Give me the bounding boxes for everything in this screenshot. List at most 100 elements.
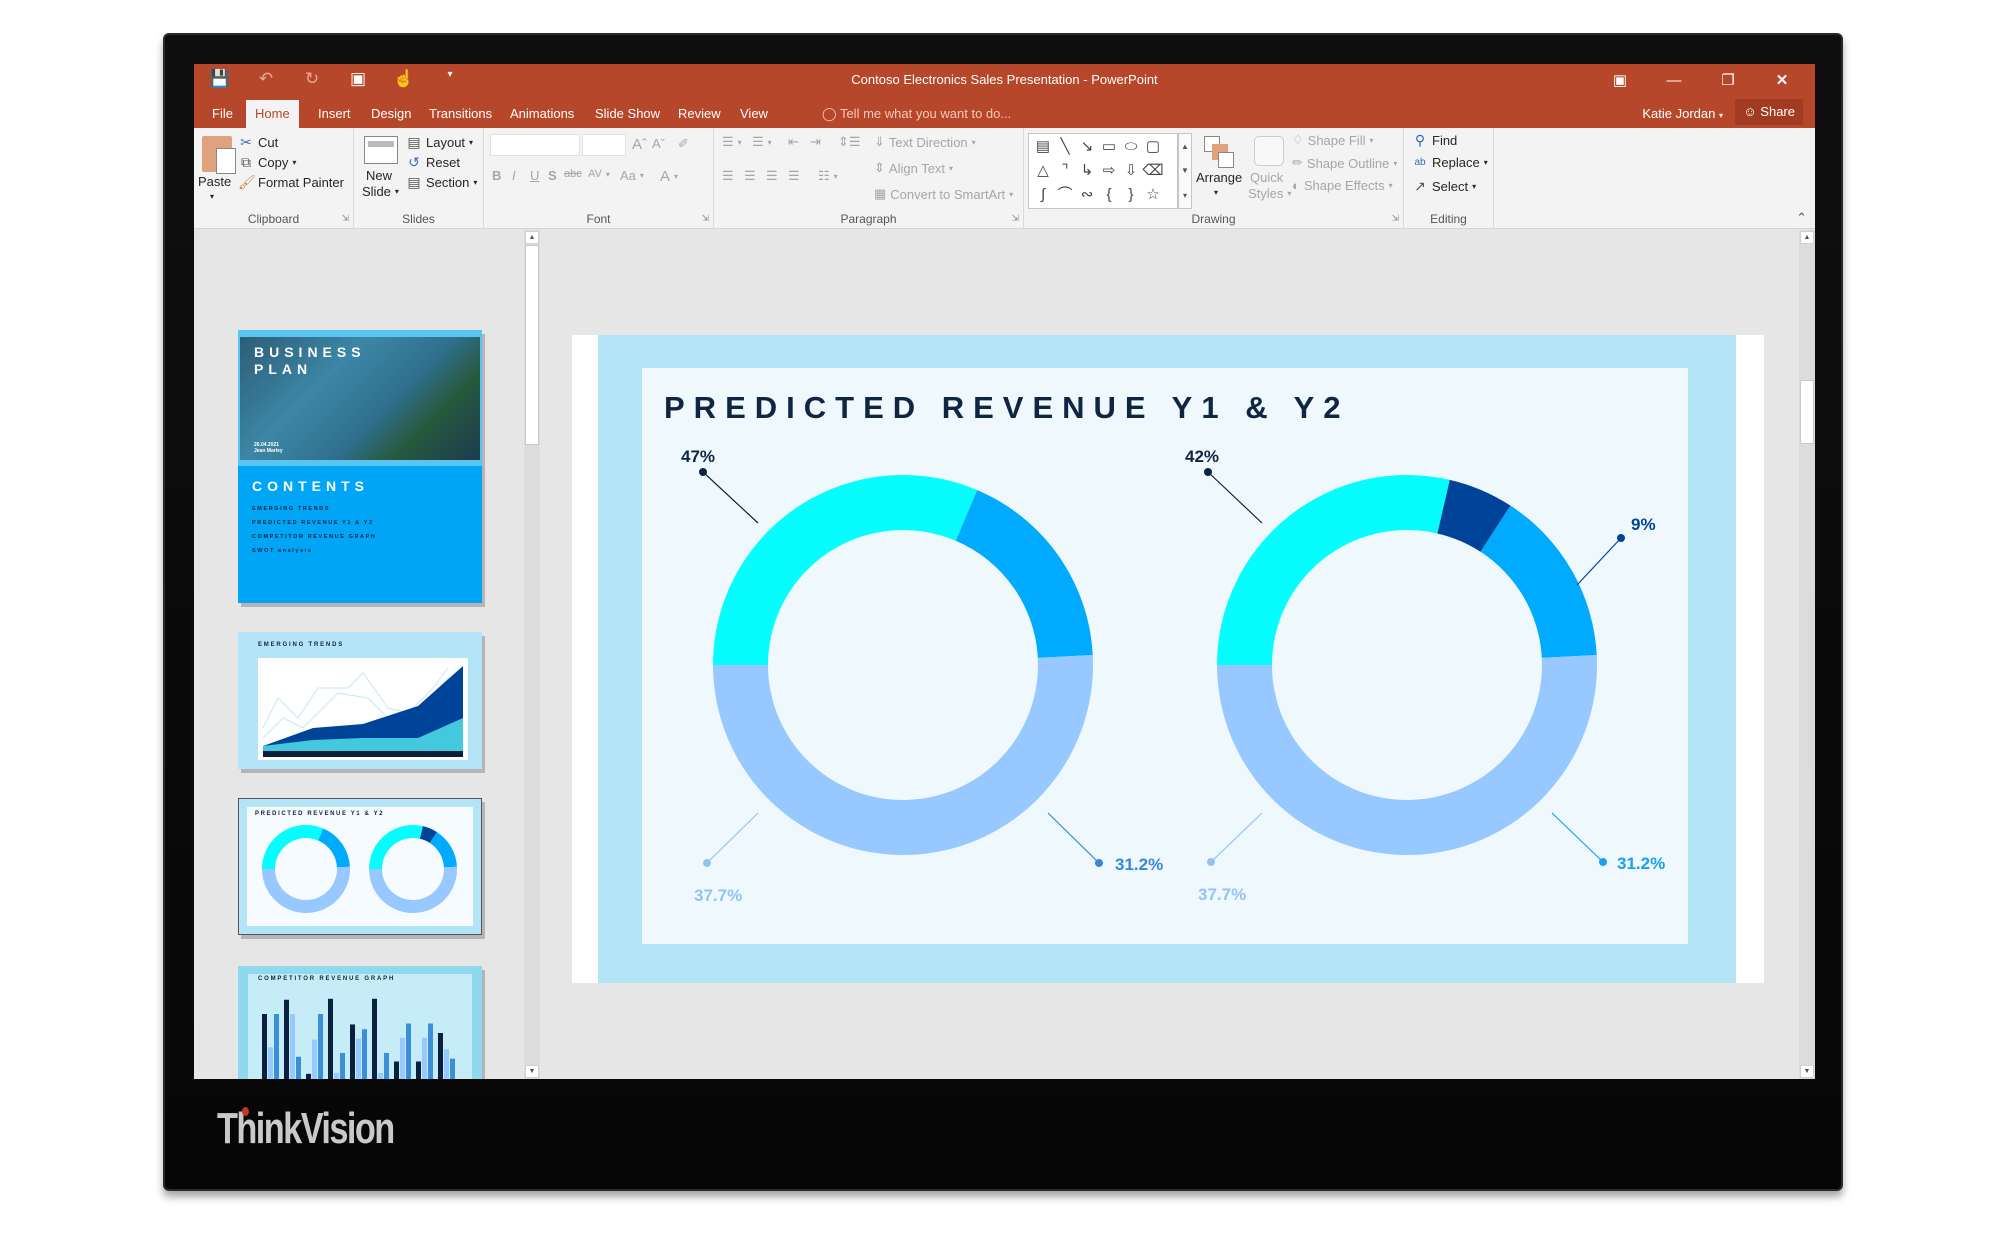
convert-smartart-button[interactable]: ▦ Convert to SmartArt ▾ [874,186,1013,202]
tell-me-search[interactable]: ◯ Tell me what you want to do... [822,100,1011,128]
collapse-ribbon-icon[interactable]: ⌃ [1796,210,1807,226]
arrow-line-shape-icon[interactable]: ↘ [1076,135,1098,159]
font-size-combobox[interactable] [582,134,626,156]
tab-transitions[interactable]: Transitions [420,100,501,128]
user-account[interactable]: Katie Jordan ▾ [1642,100,1723,130]
dialog-launcher-icon[interactable]: ⇲ [341,213,349,224]
slide-thumbnail-4[interactable]: PREDICTED REVENUE Y1 & Y2 [238,798,482,935]
arrange-button[interactable]: Arrange ▾ [1194,128,1244,208]
align-text-button[interactable]: ⇕ Align Text ▾ [874,160,953,176]
decrease-font-size-button[interactable]: Aˇ [652,136,665,151]
strikethrough-button[interactable]: abc [564,168,582,180]
replace-button[interactable]: ab Replace ▾ [1412,155,1487,170]
triangle-shape-icon[interactable]: △ [1032,159,1054,183]
text-direction-button[interactable]: ⇓ Text Direction ▾ [874,134,976,150]
shapes-gallery-scroll[interactable]: ▲ ▼ ▾ [1178,133,1192,209]
cut-button[interactable]: ✂ Cut [238,134,278,151]
dialog-launcher-icon[interactable]: ⇲ [1011,213,1019,224]
reset-button[interactable]: ↺ Reset [406,154,460,171]
shapes-gallery[interactable]: ▤ ╲ ↘ ▭ ⬭ ▢ △ ⌝ ↳ ⇨ ⇩ ⌫ ∫ ⌒ ∾ { } ☆ [1028,133,1178,209]
increase-font-size-button[interactable]: Aˆ [632,136,647,153]
arc-shape-icon[interactable]: ⌒ [1054,183,1076,207]
tab-review[interactable]: Review [669,100,730,128]
textbox-shape-icon[interactable]: ▤ [1032,135,1054,159]
share-button[interactable]: ☺ Share [1735,99,1803,125]
rectangle-shape-icon[interactable]: ▭ [1098,135,1120,159]
elbow-arrow-connector-icon[interactable]: ↳ [1076,159,1098,183]
bold-button[interactable]: B [492,168,501,183]
align-right-icon[interactable]: ☰ [766,168,778,184]
font-color-button[interactable]: A ▾ [660,168,678,185]
tab-design[interactable]: Design [362,100,420,128]
copy-button[interactable]: ⧉ Copy ▾ [238,154,296,171]
scroll-down-arrow[interactable]: ▼ [525,1065,539,1078]
group-drawing: ▤ ╲ ↘ ▭ ⬭ ▢ △ ⌝ ↳ ⇨ ⇩ ⌫ ∫ ⌒ ∾ { } ☆ ▲ ▼ ▾ [1024,128,1404,229]
dialog-launcher-icon[interactable]: ⇲ [701,213,709,224]
columns-button[interactable]: ☷ ▾ [818,168,838,184]
numbering-button[interactable]: ☰ ▾ [752,134,772,150]
elbow-connector-icon[interactable]: ⌝ [1054,159,1076,183]
star-shape-icon[interactable]: ☆ [1142,183,1164,207]
tab-insert[interactable]: Insert [309,100,360,128]
search-icon: ⚲ [1414,132,1426,148]
character-spacing-button[interactable]: AV ▾ [588,168,610,180]
tab-slide-show[interactable]: Slide Show [586,100,669,128]
tab-home[interactable]: Home [246,100,299,128]
bullets-button[interactable]: ☰ ▾ [722,134,742,150]
italic-button[interactable]: I [512,168,516,183]
mini-bar-9-1 [438,1033,443,1079]
slide-thumbnail-3[interactable]: EMERGING TRENDS [238,632,482,769]
line-spacing-icon[interactable]: ⇕☰ [838,134,861,150]
decrease-indent-icon[interactable]: ⇤ [788,134,799,150]
left-brace-shape-icon[interactable]: { [1098,183,1120,207]
find-button[interactable]: ⚲ Find [1412,132,1457,149]
right-arrow-shape-icon[interactable]: ⇨ [1098,159,1120,183]
close-button[interactable]: ✕ [1755,66,1809,94]
dialog-launcher-icon[interactable]: ⇲ [1391,213,1399,224]
align-center-icon[interactable]: ☰ [744,168,756,184]
oval-shape-icon[interactable]: ⬭ [1120,135,1142,159]
line-shape-icon[interactable]: ╲ [1054,135,1076,159]
slide-thumbnail-1[interactable]: BUSINESS PLAN 26.04.2021 Jean Marley [238,330,482,467]
slide-thumbnail-5[interactable]: COMPETITOR REVENUE GRAPH [238,966,482,1079]
tab-animations[interactable]: Animations [501,100,583,128]
scrollbar-thumb[interactable] [525,245,539,445]
right-brace-shape-icon[interactable]: } [1120,183,1142,207]
scroll-up-arrow[interactable]: ▲ [525,231,539,244]
scroll-up-arrow[interactable]: ▲ [1800,231,1814,244]
quick-styles-button[interactable]: Quick Styles ▾ [1246,128,1291,208]
curve-shape-icon[interactable]: ∾ [1076,183,1098,207]
text-shadow-button[interactable]: S [548,168,557,183]
pencil-icon: ✏ [1292,155,1303,170]
slide-thumbnail-2[interactable]: CONTENTS EMERGING TRENDS PREDICTED REVEN… [238,466,482,603]
clear-formatting-icon[interactable]: ✐ [678,136,689,152]
cursor-icon: ↗ [1414,178,1426,194]
format-painter-button[interactable]: 🖌 Format Painter [238,174,344,191]
scribble-shape-icon[interactable]: ∫ [1032,183,1054,207]
shape-outline-button[interactable]: ✏ Shape Outline ▾ [1292,155,1397,171]
restore-button[interactable]: ❐ [1701,66,1755,94]
freeform-shape-icon[interactable]: ⌫ [1142,159,1164,183]
section-button[interactable]: ▤ Section ▾ [406,174,477,191]
increase-indent-icon[interactable]: ⇥ [810,134,821,150]
font-name-combobox[interactable] [490,134,580,156]
justify-icon[interactable]: ☰ [788,168,800,184]
scroll-down-arrow[interactable]: ▼ [1800,1065,1814,1078]
shape-effects-button[interactable]: ◐ Shape Effects ▾ [1292,178,1393,193]
tab-view[interactable]: View [731,100,777,128]
minimize-button[interactable]: — [1647,66,1701,94]
change-case-button[interactable]: Aa ▾ [620,168,644,183]
current-slide[interactable]: PREDICTED REVENUE Y1 & Y2 47% 31.2% 37.7% 4… [572,335,1764,983]
ribbon-display-options-icon[interactable]: ▣ [1593,66,1647,94]
down-arrow-shape-icon[interactable]: ⇩ [1120,159,1142,183]
slide-scrollbar[interactable]: ▲ ▼ [1799,230,1815,1079]
scrollbar-thumb[interactable] [1800,380,1814,444]
shape-fill-button[interactable]: ♢ Shape Fill ▾ [1292,132,1373,148]
layout-button[interactable]: ▤ Layout ▾ [406,134,473,151]
tab-file[interactable]: File [203,100,242,128]
align-left-icon[interactable]: ☰ [722,168,734,184]
select-button[interactable]: ↗ Select ▾ [1412,178,1476,195]
thumbnails-scrollbar[interactable]: ▲ ▼ [524,230,540,1079]
rounded-rectangle-shape-icon[interactable]: ▢ [1142,135,1164,159]
underline-button[interactable]: U [530,168,539,183]
